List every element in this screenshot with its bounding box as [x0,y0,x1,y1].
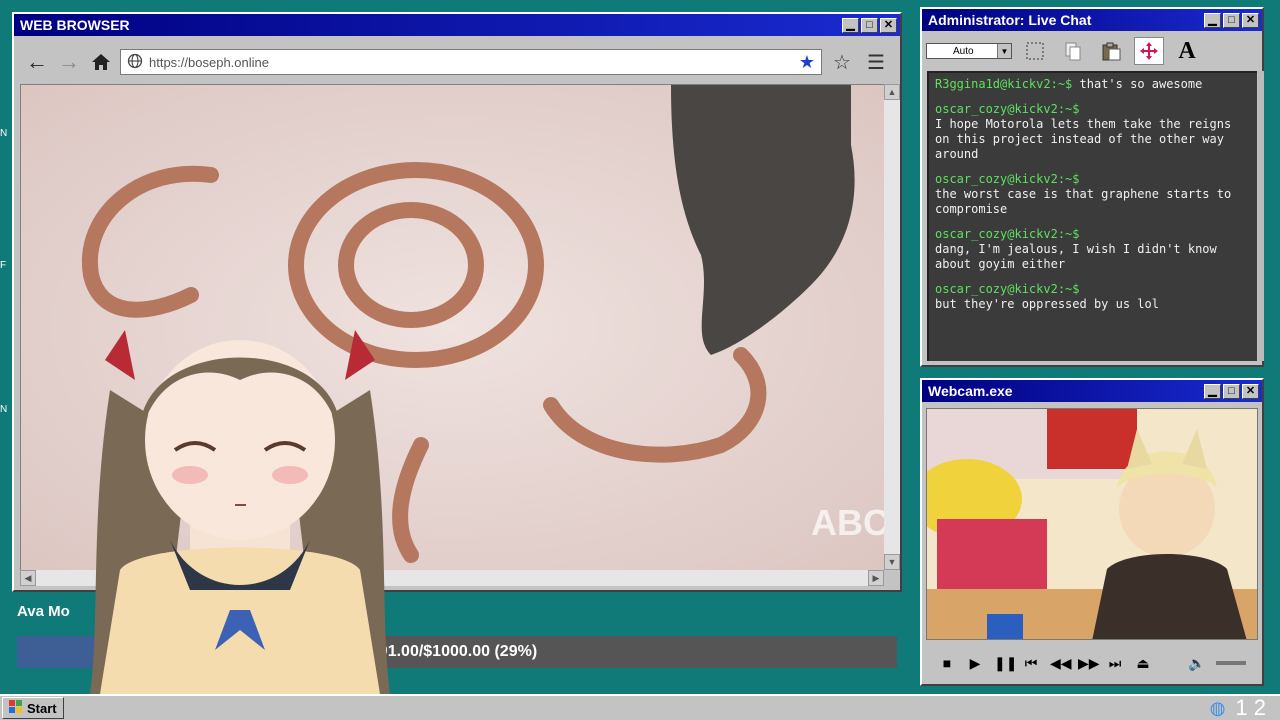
scroll-left-button[interactable]: ◀ [20,570,36,586]
home-icon[interactable] [88,49,114,75]
select-rectangle-icon[interactable] [1020,37,1050,65]
webcam-titlebar[interactable]: Webcam.exe ▁ □ ✕ [922,380,1262,402]
back-arrow-icon[interactable]: ← [24,49,50,75]
scroll-right-button[interactable]: ▶ [868,570,884,586]
scroll-down-button[interactable]: ▼ [884,554,900,570]
play-icon[interactable]: ▶ [966,655,984,672]
network-icon[interactable]: ◍ [1210,698,1226,719]
chat-message: oscar_cozy@kickv2:~$ the worst case is t… [935,172,1251,217]
chat-log[interactable]: R3ggina1d@kickv2:~$ that's so awesome os… [927,71,1257,361]
desktop-icon-marker: F [0,260,7,271]
browser-title: WEB BROWSER [20,17,130,33]
start-label: Start [27,700,57,716]
chat-text: but they're oppressed by us lol [935,297,1159,311]
system-tray: ◍ 1 2 [1210,695,1278,720]
browser-titlebar[interactable]: WEB BROWSER ▁ □ ✕ [14,14,900,36]
webcam-window: Webcam.exe ▁ □ ✕ ■ ▶ ❚❚ ⏮ ◀◀ ▶▶ ⏭ ⏏ 🔈 [920,378,1264,686]
chat-username: oscar_cozy@kickv2:~$ [935,172,1080,186]
volume-icon[interactable]: 🔈 [1188,655,1206,672]
chat-message: oscar_cozy@kickv2:~$ dang, I'm jealous, … [935,227,1251,272]
font-icon[interactable]: A [1172,37,1202,65]
zoom-select[interactable]: Auto ▼ [926,43,1012,59]
media-controls: ■ ▶ ❚❚ ⏮ ◀◀ ▶▶ ⏭ ⏏ 🔈 [926,646,1258,680]
chevron-down-icon: ▼ [997,44,1011,58]
webcam-title: Webcam.exe [928,383,1013,399]
volume-slider[interactable] [1216,661,1246,665]
paste-icon[interactable] [1096,37,1126,65]
maximize-button[interactable]: □ [861,17,878,33]
chat-scrollbar[interactable] [1258,71,1264,361]
maximize-button[interactable]: □ [1223,383,1240,399]
chat-window: Administrator: Live Chat ▁ □ ✕ Auto ▼ A … [920,7,1264,367]
chat-title: Administrator: Live Chat [928,12,1092,28]
chat-text: that's so awesome [1079,77,1203,91]
skip-back-icon[interactable]: ⏮ [1022,655,1040,672]
chat-text: dang, I'm jealous, I wish I didn't know … [935,242,1217,271]
vtuber-avatar [80,270,400,694]
globe-icon [127,53,143,72]
taskbar: Start ◍ 1 2 [0,694,1280,720]
skip-forward-icon[interactable]: ⏭ [1106,655,1124,672]
chat-message: oscar_cozy@kickv2:~$ I hope Motorola let… [935,102,1251,162]
clock: 1 2 [1235,695,1266,720]
chat-username: oscar_cozy@kickv2:~$ [935,282,1080,296]
chat-username: R3ggina1d@kickv2:~$ [935,77,1073,91]
windows-logo-icon [9,699,23,717]
browser-toolbar: ← → https://boseph.online ★ ☆ ☰ [18,44,896,80]
chat-message: oscar_cozy@kickv2:~$ but they're oppress… [935,282,1251,312]
scroll-up-button[interactable]: ▲ [884,84,900,100]
bookmark-star-icon[interactable]: ★ [799,52,815,73]
eject-icon[interactable]: ⏏ [1134,655,1152,672]
vertical-scrollbar[interactable]: ▲ ▼ [884,84,900,570]
close-button[interactable]: ✕ [880,17,897,33]
chat-toolbar: Auto ▼ A [924,35,1260,67]
url-text: https://boseph.online [149,54,269,70]
pause-icon[interactable]: ❚❚ [994,655,1017,672]
desktop-icon-marker: N [0,128,8,139]
desktop-icon-marker: N [0,404,8,415]
svg-text:ABC: ABC [811,502,884,543]
chat-text: the worst case is that graphene starts t… [935,187,1232,216]
chat-username: oscar_cozy@kickv2:~$ [935,227,1080,241]
zoom-value: Auto [953,45,974,57]
rewind-icon[interactable]: ◀◀ [1050,655,1072,672]
menu-icon[interactable]: ☰ [862,49,890,75]
minimize-button[interactable]: ▁ [1204,12,1221,28]
favorite-star-icon[interactable]: ☆ [828,49,856,75]
close-button[interactable]: ✕ [1242,12,1259,28]
fast-forward-icon[interactable]: ▶▶ [1078,655,1100,672]
minimize-button[interactable]: ▁ [1204,383,1221,399]
stop-icon[interactable]: ■ [938,655,956,671]
chat-message: R3ggina1d@kickv2:~$ that's so awesome [935,77,1251,92]
streamer-name: Ava Mo [17,603,70,620]
chat-text: I hope Motorola lets them take the reign… [935,117,1232,161]
move-icon[interactable] [1134,37,1164,65]
chat-titlebar[interactable]: Administrator: Live Chat ▁ □ ✕ [922,9,1262,31]
chat-username: oscar_cozy@kickv2:~$ [935,102,1080,116]
maximize-button[interactable]: □ [1223,12,1240,28]
minimize-button[interactable]: ▁ [842,17,859,33]
close-button[interactable]: ✕ [1242,383,1259,399]
address-bar[interactable]: https://boseph.online ★ [120,49,822,75]
webcam-feed [926,408,1258,640]
forward-arrow-icon[interactable]: → [56,49,82,75]
copy-icon[interactable] [1058,37,1088,65]
start-button[interactable]: Start [2,697,64,719]
